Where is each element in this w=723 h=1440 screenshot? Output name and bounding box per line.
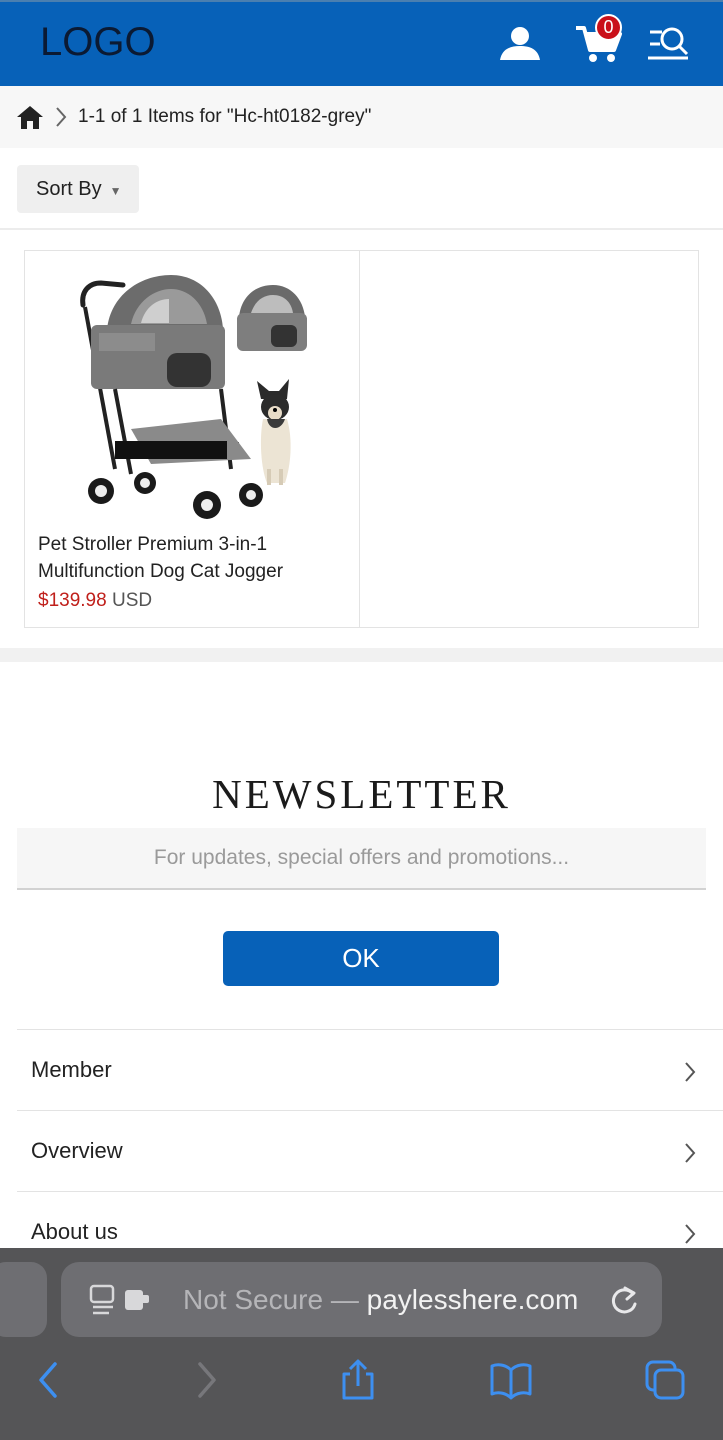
address-text: Not Secure — paylesshere.com [183,1284,578,1316]
price-currency: USD [111,590,153,611]
footer-link-overview[interactable]: Overview [17,1110,723,1191]
reload-icon[interactable] [609,1284,639,1316]
back-icon[interactable] [27,1358,71,1402]
footer-links: Member Overview About us [17,1029,723,1272]
address-domain: paylesshere.com [366,1284,579,1315]
product-title[interactable]: Pet Stroller Premium 3-in-1 Multifunctio… [38,531,338,585]
bookmarks-icon[interactable] [489,1358,533,1402]
newsletter-title: NEWSLETTER [212,771,511,817]
page: LOGO 0 1-1 of 1 Items for "Hc-ht0182-gre… [0,0,723,1440]
footer-link-label: Member [31,1057,112,1082]
sort-by-label: Sort By [36,177,102,200]
previous-tab[interactable] [0,1262,47,1337]
chevron-right-icon [685,1224,696,1244]
product-grid: Pet Stroller Premium 3-in-1 Multifunctio… [24,250,699,628]
address-bar[interactable]: Not Secure — paylesshere.com [61,1262,662,1337]
security-status: Not Secure — [183,1284,367,1315]
footer-link-label: About us [31,1219,118,1244]
footer-link-label: Overview [31,1138,123,1163]
chevron-right-icon [685,1143,696,1163]
browser-toolbar: Not Secure — paylesshere.com [0,1248,723,1440]
user-icon[interactable] [498,24,542,64]
tabs-icon[interactable] [643,1358,687,1402]
cart-count-badge: 0 [595,14,622,41]
product-price: $139.98 USD [38,590,152,612]
site-header: LOGO 0 [0,0,723,86]
price-amount: $139.98 [38,590,107,611]
grid-divider [359,251,360,627]
home-icon[interactable] [16,104,44,130]
sort-by-dropdown[interactable]: Sort By ▼ [17,165,139,213]
footer-link-member[interactable]: Member [17,1029,723,1110]
forward-icon[interactable] [184,1358,228,1402]
chevron-right-icon [685,1062,696,1082]
share-icon[interactable] [336,1358,380,1402]
divider [0,228,723,230]
breadcrumb: 1-1 of 1 Items for "Hc-ht0182-grey" [0,86,723,148]
reader-mode-icon[interactable] [89,1284,151,1316]
newsletter-ok-button[interactable]: OK [223,931,499,986]
product-image[interactable] [71,269,321,519]
breadcrumb-results-text: 1-1 of 1 Items for "Hc-ht0182-grey" [78,106,372,127]
caret-down-icon: ▼ [109,184,122,198]
section-divider [0,648,723,662]
menu-search-icon[interactable] [646,24,690,64]
chevron-right-icon [56,107,67,127]
newsletter-email-input[interactable] [17,828,706,890]
site-logo[interactable]: LOGO [40,20,156,65]
